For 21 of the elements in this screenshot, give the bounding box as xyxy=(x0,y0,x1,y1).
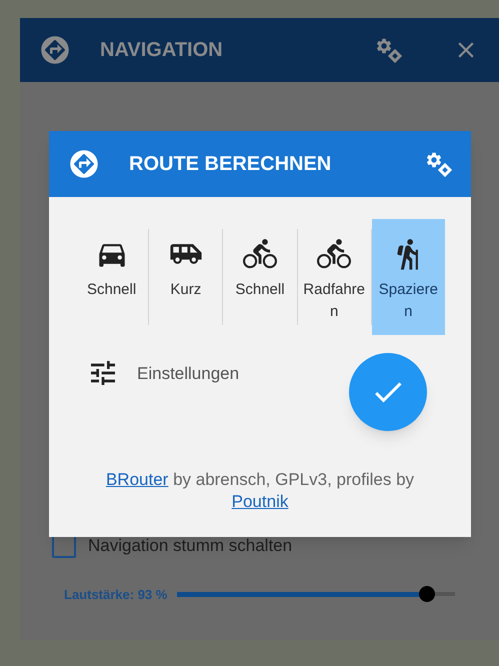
profile-option[interactable]: Schnell xyxy=(75,219,148,335)
settings-icon[interactable] xyxy=(375,37,401,63)
panel-title: NAVIGATION xyxy=(100,38,224,63)
navigation-icon xyxy=(40,35,70,65)
bike-icon xyxy=(242,237,277,271)
volume-label: Lautstärke: 93 % xyxy=(64,586,168,604)
settings-icon[interactable] xyxy=(425,151,451,177)
settings-link[interactable]: Einstellungen xyxy=(137,361,349,386)
profile-option[interactable]: Radfahren xyxy=(298,219,371,335)
volume-slider[interactable] xyxy=(177,586,455,602)
dialog-title: ROUTE BERECHNEN xyxy=(129,152,332,177)
poutnik-link[interactable]: Poutnik xyxy=(232,492,288,511)
profile-option[interactable]: Spazieren xyxy=(372,219,445,335)
bike-icon xyxy=(317,237,352,271)
mute-label: Navigation stumm schalten xyxy=(88,535,292,557)
credit-text: BRouter by abrensch, GPLv3, profiles by Poutnik xyxy=(104,469,416,513)
profile-option[interactable]: Kurz xyxy=(149,219,222,335)
navigation-icon xyxy=(69,149,99,179)
profile-option[interactable]: Schnell xyxy=(223,219,297,335)
brouter-link[interactable]: BRouter xyxy=(106,470,168,489)
slider-thumb[interactable] xyxy=(419,586,436,602)
